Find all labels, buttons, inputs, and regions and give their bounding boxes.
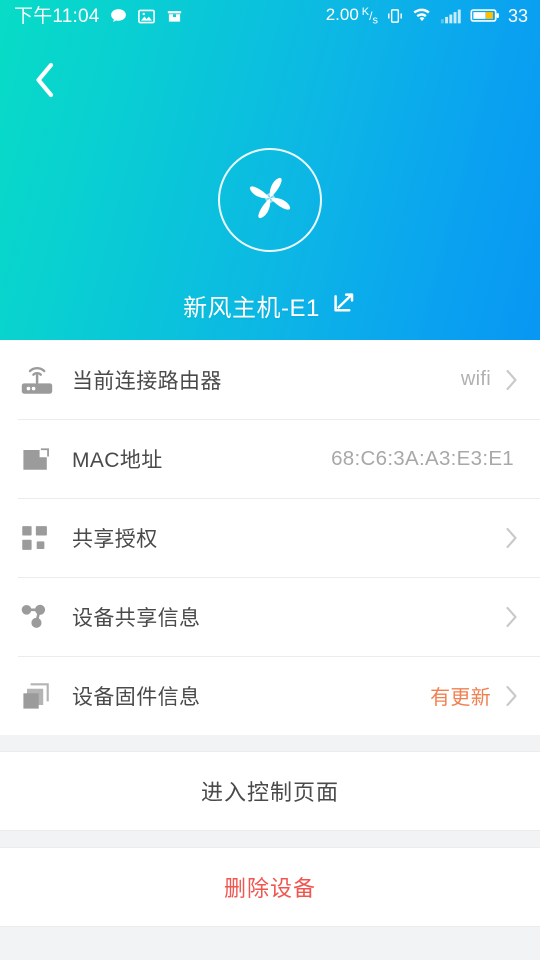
list-item-share-info[interactable]: 设备共享信息 [0,577,540,656]
device-name-row[interactable]: 新风主机-E1 [0,288,540,323]
list-item-label: MAC地址 [72,448,163,472]
list-actions-gap [0,735,540,751]
list-item-label: 设备共享信息 [72,606,201,630]
list-item-router[interactable]: 当前连接路由器 wifi [0,340,540,419]
status-time: 下午11:04 [14,5,100,27]
battery-percent: 33 [507,5,528,26]
device-logo [218,148,322,252]
network-speed: 2.00 K/s [325,4,378,27]
list-item-share-authorization[interactable]: 共享授权 [0,498,540,577]
info-list: 当前连接路由器 wifi MAC地址 68:C6:3A:A3:E3:E1 共享授… [0,340,540,735]
wifi-icon [412,7,432,25]
pinwheel-fan-logo [236,164,304,237]
mac-address-value: 68:C6:3A:A3:E3:E1 [331,446,514,470]
share-nodes-icon [18,599,72,635]
battery-icon [470,7,500,24]
list-item-label: 共享授权 [72,527,158,551]
image-icon [137,7,156,26]
chevron-right-icon [505,606,518,628]
list-item-label: 设备固件信息 [72,685,201,709]
edit-pencil-icon[interactable] [331,290,357,321]
list-item-mac-address[interactable]: MAC地址 68:C6:3A:A3:E3:E1 [0,419,540,498]
layers-stack-icon [18,678,72,714]
chat-bubble-icon [109,7,128,26]
vibrate-icon [386,7,404,25]
mac-card-icon [18,441,72,477]
chevron-left-icon [31,60,57,105]
signal-bars-icon [440,7,462,25]
header-banner: 下午11:04 2.00 K/s 33 新风主机-E1 [0,0,540,340]
back-button[interactable] [18,56,70,108]
list-item-label: 当前连接路由器 [72,369,222,393]
status-bar: 下午11:04 2.00 K/s 33 [0,0,540,32]
device-name: 新风主机-E1 [183,295,320,322]
chevron-right-icon [505,527,518,549]
list-item-firmware[interactable]: 设备固件信息 有更新 [0,656,540,735]
status-bar-right: 2.00 K/s 33 [326,6,528,26]
router-wifi-icon [18,361,72,399]
delete-device-button[interactable]: 删除设备 [0,847,540,927]
chevron-right-icon [505,685,518,707]
firmware-update-badge: 有更新 [430,687,491,709]
device-detail-screen: 下午11:04 2.00 K/s 33 新风主机-E1 当前连接路由器 wifi… [0,0,540,960]
actions-gap [0,831,540,847]
enter-control-page-button[interactable]: 进入控制页面 [0,751,540,831]
router-value: wifi [460,368,491,390]
chevron-right-icon [505,369,518,391]
qr-grid-icon [18,521,72,555]
mail-icon [165,7,184,26]
status-bar-left: 下午11:04 [14,7,184,26]
